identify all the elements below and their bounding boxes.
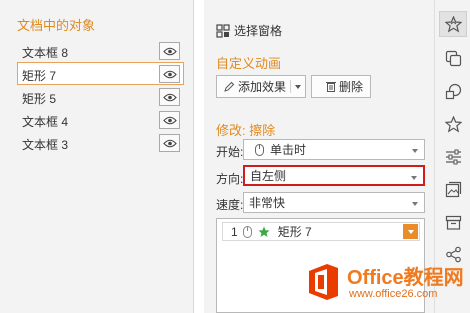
watermark-url: www.office26.com [349,288,438,300]
speed-label: 速度: [216,198,244,212]
copy-layers-icon[interactable] [445,50,462,67]
green-star-icon [258,226,270,237]
image-icon[interactable] [445,181,462,198]
speed-select[interactable]: 非常快 [243,192,425,213]
office-logo-icon [309,264,338,300]
start-value: 单击时 [270,143,307,157]
add-effect-button[interactable]: 添加效果 [216,75,306,98]
mouse-click-icon [242,225,252,238]
visibility-eye-icon[interactable] [159,111,180,129]
animation-list-item[interactable]: 1 矩形 7 [222,222,420,241]
direction-label: 方向: [216,172,244,186]
animation-star-icon[interactable] [445,16,462,33]
direction-select[interactable]: 自左侧 [243,165,425,186]
visibility-eye-icon[interactable] [159,42,180,60]
speed-value: 非常快 [249,196,286,210]
trash-icon [326,82,336,92]
object-item-label: 矩形 5 [22,92,57,106]
object-item-label: 文本框 8 [22,46,69,60]
sliders-icon[interactable] [445,148,462,165]
object-item-label: 矩形 7 [22,69,57,83]
selection-pane-link[interactable]: 选择窗格 [216,22,282,39]
animation-name: 矩形 7 [277,225,312,239]
visibility-eye-icon[interactable] [159,65,180,83]
office26-watermark: Office教程网 www.office26.com [305,261,465,307]
object-item-textbox-3[interactable]: 文本框 3 [17,131,184,154]
object-item-textbox-4[interactable]: 文本框 4 [17,108,184,131]
object-item-label: 文本框 4 [22,115,69,129]
object-item-rect-5[interactable]: 矩形 5 [17,85,184,108]
objects-panel: 文档中的对象 文本框 8 矩形 7 矩形 5 文本框 4 文本框 3 [0,0,194,313]
start-label: 开始: [216,145,244,159]
objects-list: 文本框 8 矩形 7 矩形 5 文本框 4 文本框 3 [17,39,184,154]
object-item-textbox-8[interactable]: 文本框 8 [17,39,184,62]
chevron-down-icon [407,229,414,234]
shapes-icon[interactable] [445,83,462,100]
delete-button[interactable]: 删除 [311,75,371,98]
object-item-label: 文本框 3 [22,138,69,152]
selection-pane-label: 选择窗格 [234,24,283,38]
selection-pane-icon [216,23,230,38]
start-select[interactable]: 单击时 [243,139,425,160]
chevron-down-icon[interactable] [295,85,301,89]
visibility-eye-icon[interactable] [159,88,180,106]
objects-panel-title: 文档中的对象 [17,18,96,33]
custom-animation-title: 自定义动画 [216,56,282,71]
button-divider [290,80,291,93]
pencil-icon [224,81,235,92]
watermark-title: Office教程网 [347,267,464,289]
chevron-down-icon [412,149,418,153]
mouse-click-icon [255,143,264,156]
chevron-down-icon [412,202,418,206]
star-outline-icon[interactable] [445,116,462,133]
visibility-eye-icon[interactable] [159,134,180,152]
archive-box-icon[interactable] [445,214,462,231]
animation-index: 1 [231,224,238,239]
animation-item-dropdown[interactable] [403,224,418,239]
chevron-down-icon [411,176,417,180]
direction-value: 自左侧 [250,169,287,183]
object-item-rect-7[interactable]: 矩形 7 [17,62,184,85]
add-effect-label: 添加效果 [238,80,287,94]
delete-label: 删除 [339,80,364,94]
modify-effect-title: 修改: 擦除 [216,123,276,138]
